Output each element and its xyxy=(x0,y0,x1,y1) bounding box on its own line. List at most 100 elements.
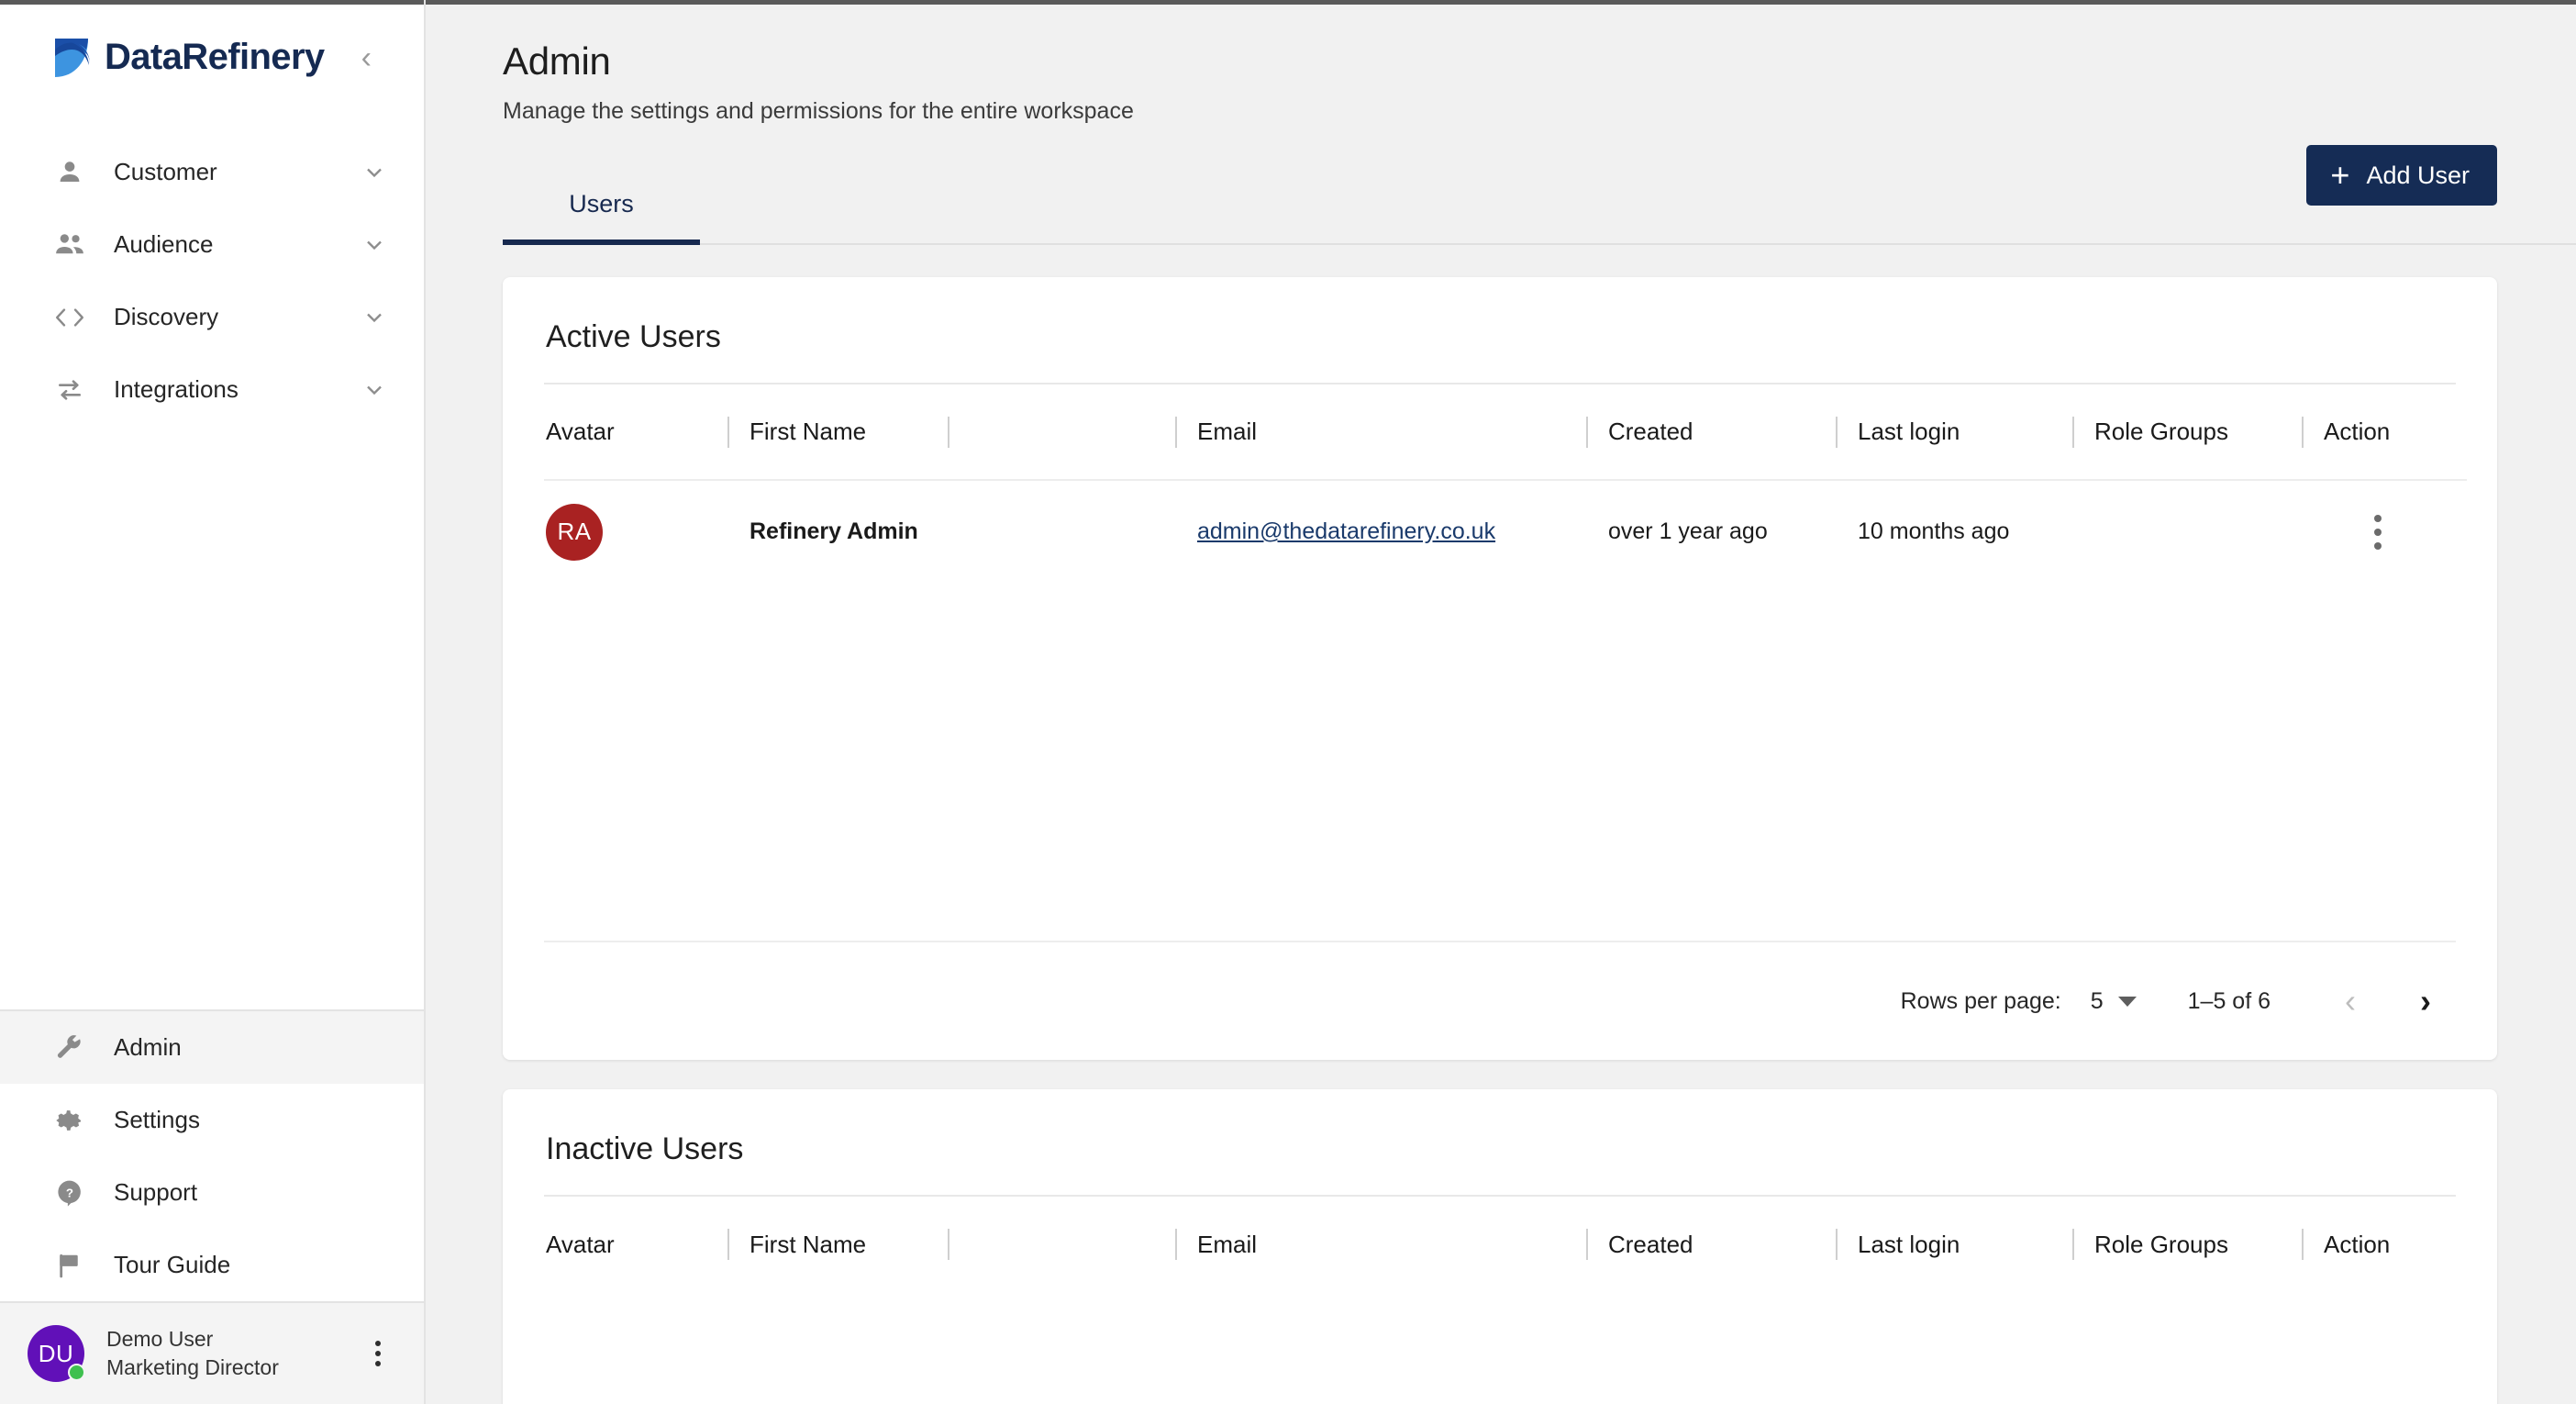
column-header-last-name xyxy=(948,1197,1175,1292)
sidebar-item-customer[interactable]: Customer xyxy=(0,136,424,208)
rows-per-page-select[interactable]: 5 xyxy=(2091,988,2137,1015)
code-brackets-icon xyxy=(50,304,90,331)
cell-created: over 1 year ago xyxy=(1586,479,1836,583)
page-header: Admin Manage the settings and permission… xyxy=(426,5,2576,125)
column-header-role-groups: Role Groups xyxy=(2072,1197,2302,1292)
active-users-table: Avatar First Name Email Created Last log… xyxy=(544,384,2467,583)
sidebar-item-label: Discovery xyxy=(114,303,219,330)
sidebar-item-label: Settings xyxy=(114,1106,200,1133)
sidebar-bottom-nav: Admin Settings ? Support Tour Guide xyxy=(0,1009,424,1301)
avatar-initials: RA xyxy=(557,518,592,545)
flag-icon xyxy=(50,1251,90,1280)
cell-last-login: 10 months ago xyxy=(1836,479,2072,583)
column-header-last-login: Last login xyxy=(1836,384,2072,480)
column-header-created: Created xyxy=(1586,1197,1836,1292)
cell-avatar: RA xyxy=(544,479,727,583)
sidebar-item-audience[interactable]: Audience xyxy=(0,208,424,281)
sidebar-item-admin[interactable]: Admin xyxy=(0,1011,424,1084)
cell-last-name xyxy=(948,479,1175,583)
column-header-created: Created xyxy=(1586,384,1836,480)
next-page-button[interactable]: › xyxy=(2395,971,2456,1031)
caret-down-icon xyxy=(2117,996,2137,1007)
tab-bar: Users xyxy=(503,167,2576,245)
chevron-down-icon[interactable] xyxy=(361,160,387,185)
avatar-initials: DU xyxy=(38,1339,74,1367)
column-header-avatar: Avatar xyxy=(546,418,615,445)
page-title: Admin xyxy=(503,39,611,83)
inactive-users-title: Inactive Users xyxy=(544,1089,2456,1197)
sidebar-user-card[interactable]: DU Demo User Marketing Director xyxy=(0,1301,424,1404)
inactive-users-table: Avatar First Name Email Created Last log… xyxy=(544,1197,2467,1292)
person-icon xyxy=(50,158,90,187)
sidebar-item-label: Customer xyxy=(114,158,217,185)
previous-page-button[interactable]: ‹ xyxy=(2320,971,2381,1031)
rows-per-page-value: 5 xyxy=(2090,987,2104,1014)
table-header-row: Avatar First Name Email Created Last log… xyxy=(544,1197,2467,1292)
column-header-action: Action xyxy=(2302,1197,2467,1292)
svg-text:?: ? xyxy=(66,1186,73,1199)
plus-icon: + xyxy=(2330,156,2350,194)
content-area: Active Users Avatar First Name Email Cre… xyxy=(426,277,2576,1404)
column-header-first-name: First Name xyxy=(727,384,948,480)
tab-users[interactable]: Users xyxy=(503,165,700,245)
active-users-title: Active Users xyxy=(544,277,2456,384)
avatar: DU xyxy=(28,1325,85,1382)
cell-first-name: Refinery Admin xyxy=(727,479,948,583)
column-header-email: Email xyxy=(1175,384,1586,480)
sidebar-item-discovery[interactable]: Discovery xyxy=(0,281,424,353)
sidebar-item-label: Audience xyxy=(114,230,214,258)
brand-name: DataRefinery xyxy=(105,37,325,77)
cell-role-groups xyxy=(2072,479,2302,583)
help-icon: ? xyxy=(50,1178,90,1208)
user-role: Marketing Director xyxy=(106,1355,279,1379)
sidebar-item-label: Admin xyxy=(114,1033,182,1061)
avatar: RA xyxy=(546,503,603,561)
main-content: Admin Manage the settings and permission… xyxy=(426,0,2576,1404)
sidebar-item-integrations[interactable]: Integrations xyxy=(0,353,424,426)
column-header-last-login: Last login xyxy=(1836,1197,2072,1292)
sidebar-item-support[interactable]: ? Support xyxy=(0,1156,424,1229)
sidebar-collapse-icon[interactable]: ‹ xyxy=(361,42,372,73)
column-header-last-name xyxy=(948,384,1175,480)
sidebar-item-tour-guide[interactable]: Tour Guide xyxy=(0,1229,424,1301)
app-root: DataRefinery ‹ Customer Audience Discove… xyxy=(0,0,2576,1404)
row-action-more-vertical-icon[interactable] xyxy=(2357,511,2399,553)
sidebar: DataRefinery ‹ Customer Audience Discove… xyxy=(0,0,426,1404)
user-name: Demo User xyxy=(106,1326,214,1351)
column-header-action: Action xyxy=(2302,384,2467,480)
wrench-icon xyxy=(50,1033,90,1063)
column-header-first-name: First Name xyxy=(727,1197,948,1292)
inactive-users-card: Inactive Users Avatar First Name Email C… xyxy=(503,1089,2497,1404)
user-meta: Demo User Marketing Director xyxy=(106,1325,338,1382)
sidebar-item-settings[interactable]: Settings xyxy=(0,1084,424,1156)
sidebar-item-label: Integrations xyxy=(114,375,239,403)
table-row[interactable]: RA Refinery Admin admin@thedatarefinery.… xyxy=(544,479,2467,583)
sidebar-item-label: Support xyxy=(114,1178,198,1206)
brand-header: DataRefinery ‹ xyxy=(0,5,424,110)
chevron-down-icon[interactable] xyxy=(361,377,387,403)
more-vertical-icon[interactable] xyxy=(360,1341,396,1366)
column-header-role-groups: Role Groups xyxy=(2072,384,2302,480)
people-icon xyxy=(50,229,90,261)
active-users-card: Active Users Avatar First Name Email Cre… xyxy=(503,277,2497,1060)
datarefinery-logo-icon xyxy=(51,37,92,79)
chevron-down-icon[interactable] xyxy=(361,232,387,258)
add-user-button[interactable]: + Add User xyxy=(2306,145,2497,206)
pagination: Rows per page: 5 1–5 of 6 ‹ › xyxy=(544,941,2456,1060)
column-header-avatar: Avatar xyxy=(546,1230,615,1258)
cell-action xyxy=(2302,479,2467,583)
online-status-dot xyxy=(68,1364,85,1381)
email-link[interactable]: admin@thedatarefinery.co.uk xyxy=(1197,518,1495,544)
table-header-row: Avatar First Name Email Created Last log… xyxy=(544,384,2467,480)
page-subtitle: Manage the settings and permissions for … xyxy=(503,98,1134,124)
add-user-label: Add User xyxy=(2366,161,2470,189)
sidebar-main-nav: Customer Audience Discovery Integrations xyxy=(0,110,424,426)
cell-email: admin@thedatarefinery.co.uk xyxy=(1175,479,1586,583)
sidebar-item-label: Tour Guide xyxy=(114,1251,231,1278)
gear-icon xyxy=(50,1106,90,1135)
column-header-email: Email xyxy=(1175,1197,1586,1292)
rows-per-page-label: Rows per page: xyxy=(1900,987,2061,1014)
chevron-down-icon[interactable] xyxy=(361,305,387,330)
pagination-range: 1–5 of 6 xyxy=(2187,987,2271,1014)
